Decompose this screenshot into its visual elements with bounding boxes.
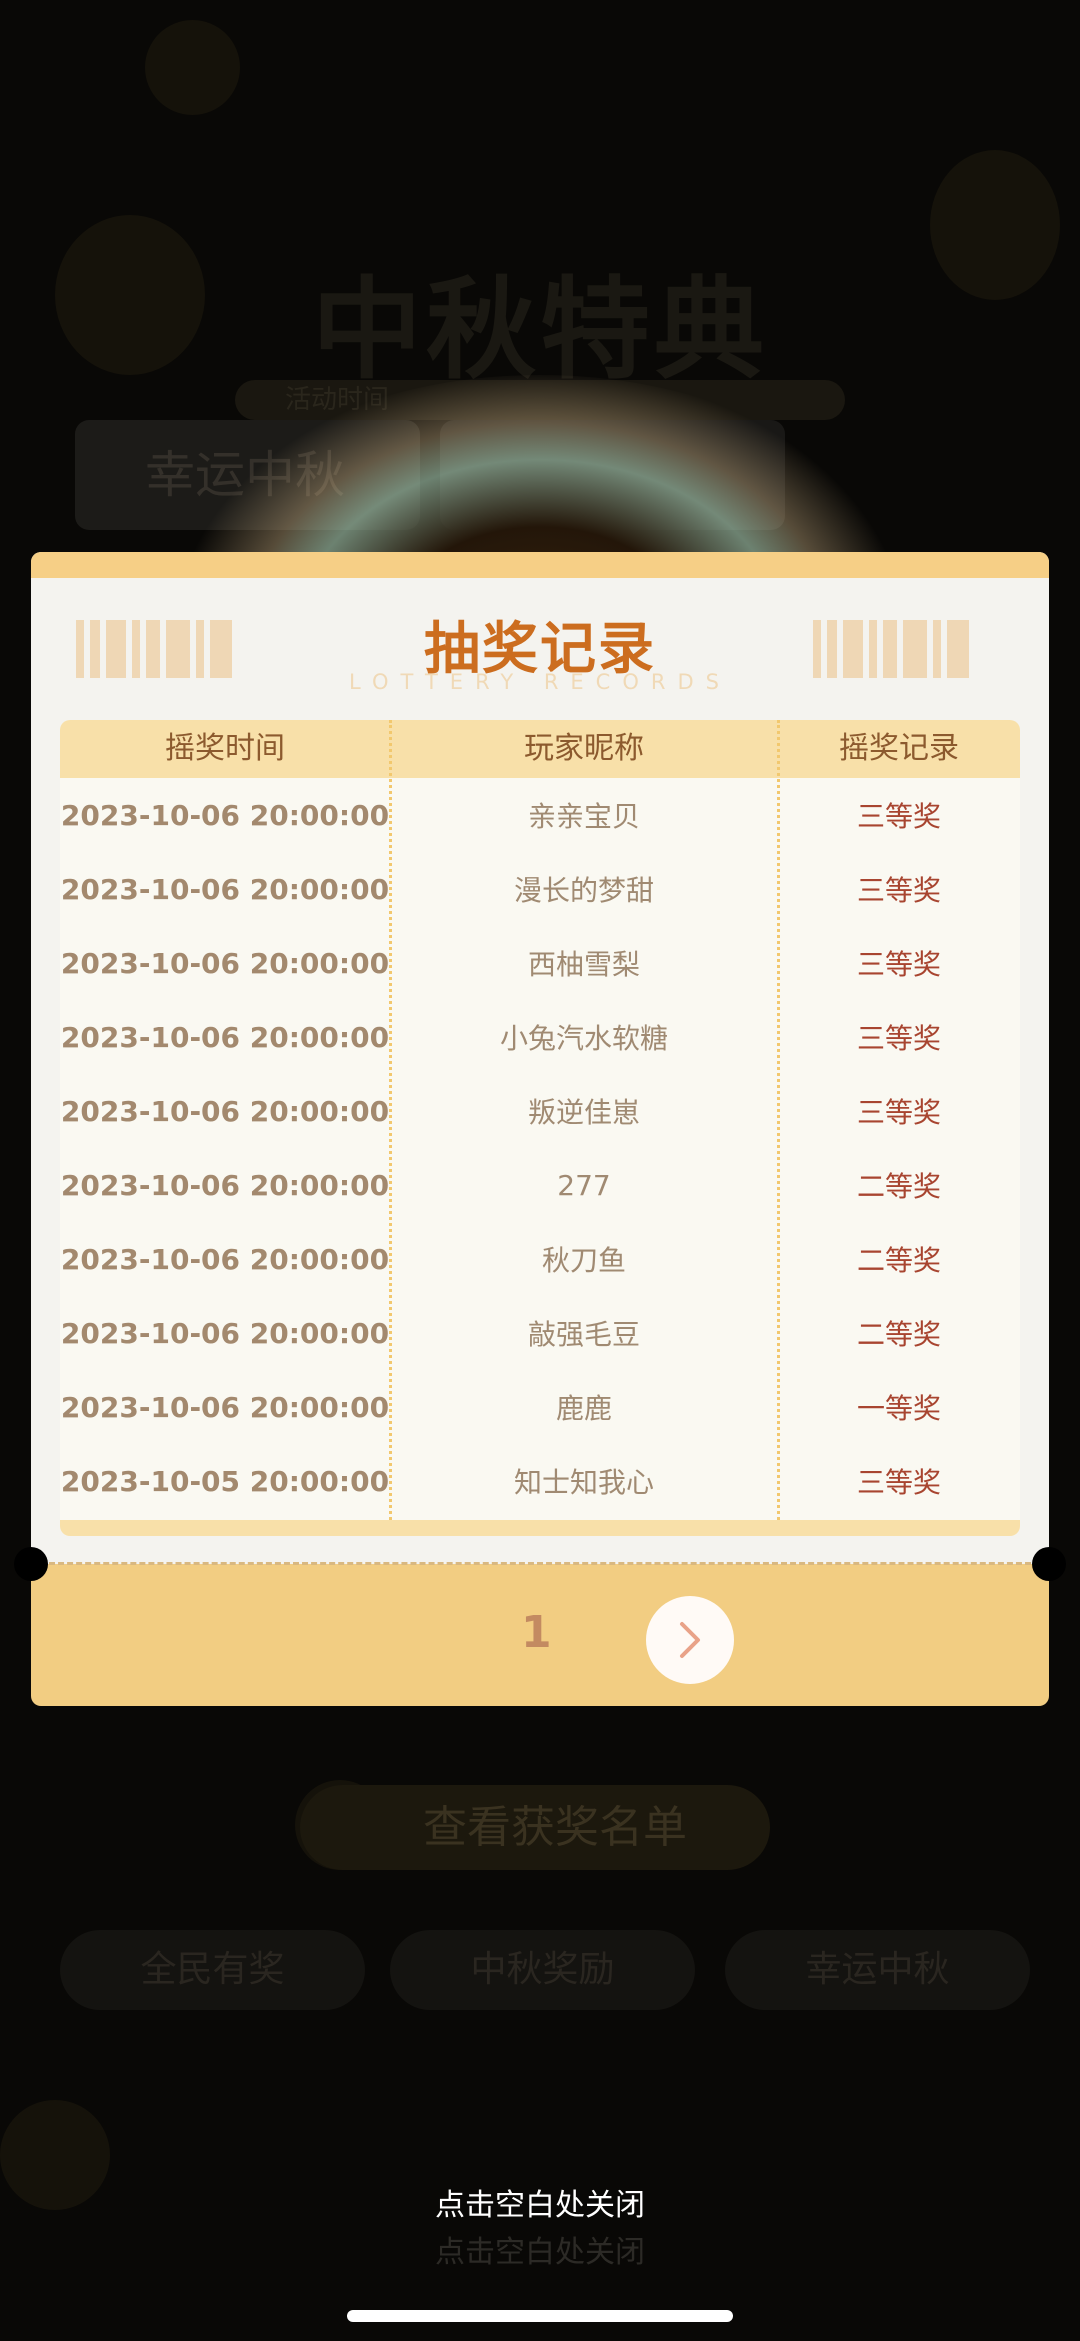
record-nickname: 鹿鹿 [555, 1392, 612, 1425]
record-time: 2023-10-05 20:00:00 [60, 1464, 390, 1498]
records-table: 摇奖时间 玩家昵称 摇奖记录 2023-10-06 20:00:00 亲亲宝贝 三等… [60, 720, 1020, 1536]
decor-circle [145, 20, 240, 115]
next-page-button[interactable] [646, 1596, 734, 1684]
record-nickname: 277 [557, 1168, 611, 1202]
column-header-time: 摇奖时间 [165, 731, 285, 766]
record-prize: 一等奖 [856, 1392, 941, 1425]
table-row: 2023-10-05 20:00:00 知士知我心 三等奖 [60, 1444, 1020, 1518]
table-row: 2023-10-06 20:00:00 敲强毛豆 二等奖 [60, 1296, 1020, 1370]
record-prize: 三等奖 [856, 1022, 941, 1055]
record-prize: 三等奖 [856, 800, 941, 833]
record-prize: 三等奖 [856, 948, 941, 981]
close-hint-shadow: 点击空白处关闭 [435, 2235, 645, 2270]
table-body: 2023-10-06 20:00:00 亲亲宝贝 三等奖 2023-10-06 20:… [60, 778, 1020, 1518]
record-prize: 三等奖 [856, 874, 941, 907]
record-time: 2023-10-06 20:00:00 [60, 798, 390, 832]
lottery-records-modal: 抽奖记录 LOTTERY RECORDS 摇奖时间 玩家昵称 摇奖记录 2023… [14, 552, 1066, 1706]
bg-pill: 幸运中秋 [725, 1930, 1030, 2010]
record-time: 2023-10-06 20:00:00 [60, 872, 390, 906]
record-nickname: 秋刀鱼 [541, 1244, 626, 1277]
table-header: 摇奖时间 玩家昵称 摇奖记录 [60, 720, 1020, 778]
record-prize: 三等奖 [856, 1466, 941, 1499]
record-time: 2023-10-06 20:00:00 [60, 1242, 390, 1276]
record-prize: 三等奖 [856, 1096, 941, 1129]
table-row: 2023-10-06 20:00:00 西柚雪梨 三等奖 [60, 926, 1020, 1000]
record-nickname: 西柚雪梨 [527, 948, 640, 981]
perforation-line [49, 1562, 1031, 1565]
home-indicator [347, 2310, 733, 2322]
table-row: 2023-10-06 20:00:00 277 二等奖 [60, 1148, 1020, 1222]
record-nickname: 知士知我心 [513, 1466, 654, 1499]
modal-body: 抽奖记录 LOTTERY RECORDS 摇奖时间 玩家昵称 摇奖记录 2023… [31, 552, 1049, 1564]
ticket-notch [1032, 1547, 1066, 1581]
modal-top-strip [31, 552, 1049, 578]
record-prize: 二等奖 [856, 1318, 941, 1351]
column-header-nickname: 玩家昵称 [524, 731, 644, 766]
record-time: 2023-10-06 20:00:00 [60, 1390, 390, 1424]
record-time: 2023-10-06 20:00:00 [60, 1020, 390, 1054]
table-row: 2023-10-06 20:00:00 叛逆佳崽 三等奖 [60, 1074, 1020, 1148]
ticket-notch [14, 1547, 48, 1581]
record-nickname: 叛逆佳崽 [527, 1096, 640, 1129]
view-winners-button: 查看获奖名单 [300, 1785, 770, 1870]
table-footer [60, 1520, 1020, 1536]
record-time: 2023-10-06 20:00:00 [60, 1094, 390, 1128]
table-row: 2023-10-06 20:00:00 秋刀鱼 二等奖 [60, 1222, 1020, 1296]
bg-pill: 中秋奖励 [390, 1930, 695, 2010]
chevron-right-icon [680, 1622, 700, 1658]
bg-pill: 全民有奖 [60, 1930, 365, 2010]
column-header-record: 摇奖记录 [839, 731, 959, 766]
record-time: 2023-10-06 20:00:00 [60, 946, 390, 980]
table-row: 2023-10-06 20:00:00 鹿鹿 一等奖 [60, 1370, 1020, 1444]
modal-subtitle: LOTTERY RECORDS [349, 670, 731, 694]
record-prize: 二等奖 [856, 1170, 941, 1203]
record-nickname: 小兔汽水软糖 [499, 1022, 668, 1055]
table-row: 2023-10-06 20:00:00 漫长的梦甜 三等奖 [60, 852, 1020, 926]
record-prize: 二等奖 [856, 1244, 941, 1277]
record-time: 2023-10-06 20:00:00 [60, 1316, 390, 1350]
table-row: 2023-10-06 20:00:00 小兔汽水软糖 三等奖 [60, 1000, 1020, 1074]
record-nickname: 敲强毛豆 [527, 1318, 640, 1351]
page-number: 1 [521, 1607, 552, 1658]
table-row: 2023-10-06 20:00:00 亲亲宝贝 三等奖 [60, 778, 1020, 852]
record-nickname: 亲亲宝贝 [527, 800, 640, 833]
record-nickname: 漫长的梦甜 [513, 874, 654, 907]
close-hint[interactable]: 点击空白处关闭 [0, 2180, 1080, 2224]
record-time: 2023-10-06 20:00:00 [60, 1168, 390, 1202]
